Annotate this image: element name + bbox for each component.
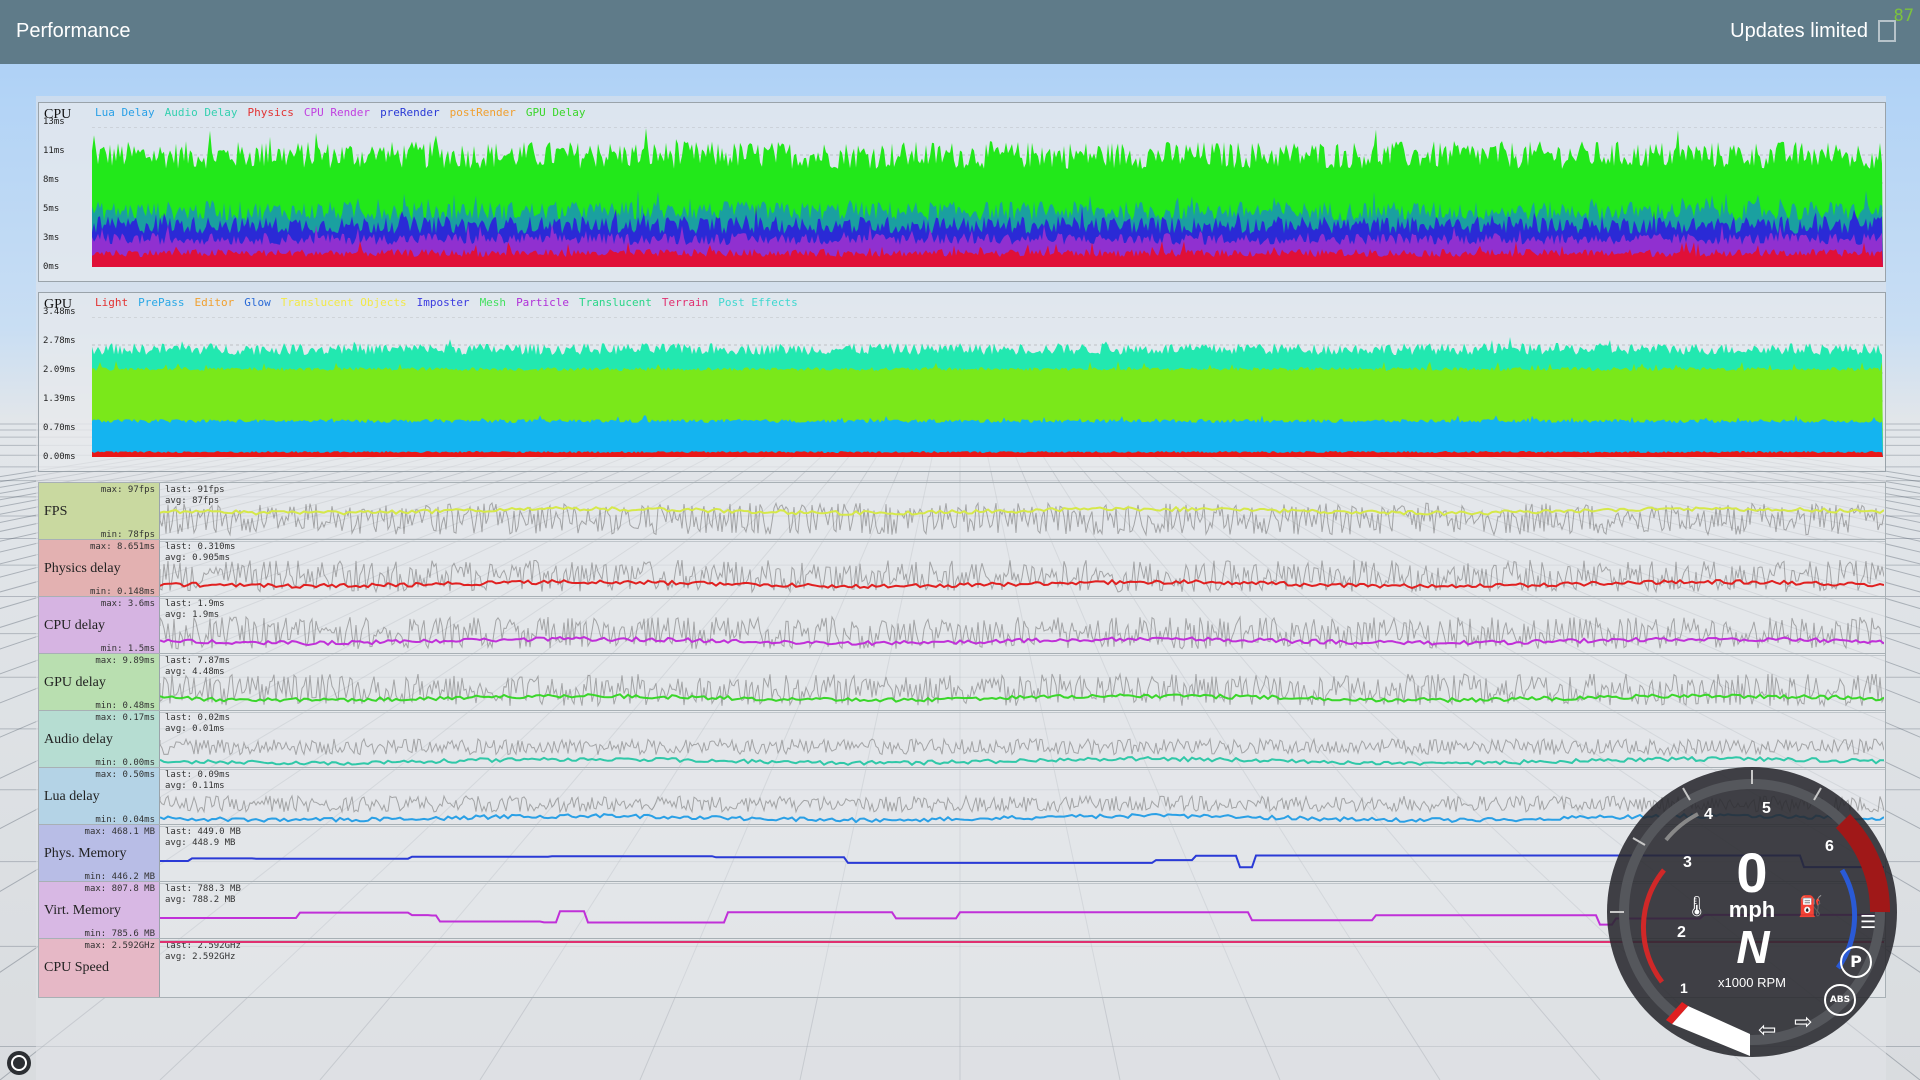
rpm-label: x1000 RPM	[1718, 975, 1786, 990]
rpm-mark-6: 6	[1825, 838, 1834, 855]
legend-entry: Audio Delay	[164, 106, 238, 119]
settings-gear-icon[interactable]	[6, 1050, 32, 1076]
axis-tick: 0.00ms	[43, 452, 76, 462]
page-title: Performance	[16, 20, 131, 42]
fuel-icon: ⛽	[1798, 894, 1823, 918]
metric-max: max: 9.89ms	[95, 656, 155, 666]
axis-tick: 1.39ms	[43, 394, 76, 404]
metric-trace	[160, 615, 1884, 650]
legend-entry: Editor	[194, 296, 235, 309]
metric-label: max: 9.89ms GPU delay min: 0.48ms	[39, 654, 160, 712]
legend-entry: CPU Render	[303, 106, 371, 119]
metric-name: Phys. Memory	[44, 846, 127, 861]
metric-name: GPU delay	[44, 675, 106, 690]
abs-icon: ABS	[1824, 984, 1856, 1016]
metric-max: max: 468.1 MB	[84, 827, 155, 837]
metric-row: max: 9.89ms GPU delay min: 0.48ms last: 7.8…	[38, 653, 1886, 713]
turn-left-icon: ⇦	[1758, 1018, 1777, 1043]
metric-name: Lua delay	[44, 789, 100, 804]
cpu-legend: Lua Delay Audio Delay Physics CPU Render pre…	[95, 106, 596, 119]
legend-entry: PrePass	[138, 296, 185, 309]
metric-trace	[160, 737, 1884, 766]
metric-label: max: 0.17ms Audio delay min: 0.00ms	[39, 711, 160, 769]
cpu-graph: CPU 13ms 11ms 8ms 5ms 3ms 0ms Lua Delay Audio …	[38, 102, 1886, 282]
metric-label: max: 807.8 MB Virt. Memory min: 785.6 MB	[39, 882, 160, 940]
speed-readout: 0	[1736, 841, 1768, 904]
metric-name: CPU Speed	[44, 960, 109, 975]
legend-entry: Imposter	[416, 296, 470, 309]
axis-tick: 0.70ms	[43, 423, 76, 433]
app-header: Performance Updates limited 87	[0, 0, 1920, 64]
metric-trace	[160, 501, 1884, 537]
metric-trace	[160, 672, 1884, 708]
rpm-mark-2: 2	[1677, 924, 1686, 941]
metric-name: FPS	[44, 504, 68, 519]
metric-label: max: 468.1 MB Phys. Memory min: 446.2 MB	[39, 825, 160, 883]
metric-max: max: 0.17ms	[95, 713, 155, 723]
legend-entry: Lua Delay	[95, 106, 155, 119]
axis-tick: 5ms	[43, 204, 60, 214]
metric-trace	[160, 559, 1884, 594]
metric-label: max: 0.50ms Lua delay min: 0.04ms	[39, 768, 160, 826]
turn-right-icon: ⇨	[1794, 1010, 1813, 1035]
legend-entry: Terrain	[661, 296, 709, 309]
rpm-mark-3: 3	[1683, 854, 1692, 871]
axis-tick: 8ms	[43, 175, 60, 185]
parking-brake-icon: P	[1840, 946, 1872, 978]
metric-max: max: 2.592GHz	[84, 941, 155, 951]
metric-max: max: 0.50ms	[95, 770, 155, 780]
rpm-mark-4: 4	[1704, 806, 1713, 823]
gpu-graph: GPU 3.48ms 2.78ms 2.09ms 1.39ms 0.70ms 0.00ms…	[38, 292, 1886, 472]
axis-tick: 3.48ms	[43, 307, 76, 317]
metric-label: max: 3.6ms CPU delay min: 1.5ms	[39, 597, 160, 655]
legend-entry: Glow	[244, 296, 271, 309]
metric-label: max: 8.651ms Physics delay min: 0.148ms	[39, 540, 160, 598]
temperature-icon: 🌡	[1684, 894, 1710, 918]
metric-row: max: 97fps FPS min: 78fps last: 91fps avg: 8…	[38, 482, 1886, 542]
metric-max: max: 807.8 MB	[84, 884, 155, 894]
axis-tick: 13ms	[43, 117, 65, 127]
legend-entry: Light	[95, 296, 129, 309]
metric-name: CPU delay	[44, 618, 106, 633]
metric-label: max: 2.592GHz CPU Speed	[39, 939, 160, 997]
metric-label: max: 97fps FPS min: 78fps	[39, 483, 160, 541]
gear-indicator: N	[1736, 921, 1770, 973]
cpu-stacked-plot	[92, 127, 1883, 267]
axis-tick: 3ms	[43, 233, 60, 243]
gpu-legend: Light PrePass Editor Glow Translucent Object…	[95, 296, 808, 309]
axis-tick: 0ms	[43, 262, 60, 272]
metric-max: max: 3.6ms	[100, 599, 155, 609]
axis-tick: 2.09ms	[43, 365, 76, 375]
legend-entry: postRender	[449, 106, 516, 119]
speedometer-gauge: 3 4 5 6 2 1 0 mph N x1000 RPM 🌡 ⛽ ☰ P AB…	[1602, 762, 1902, 1062]
headlight-icon: ☰	[1860, 912, 1877, 933]
metric-max: max: 8.651ms	[89, 542, 155, 552]
legend-entry: Physics	[247, 106, 294, 119]
metric-row: max: 3.6ms CPU delay min: 1.5ms last: 1.9ms…	[38, 596, 1886, 656]
axis-tick: 2.78ms	[43, 336, 76, 346]
legend-entry: Mesh	[479, 296, 507, 309]
metric-name: Audio delay	[44, 732, 113, 747]
metric-name: Virt. Memory	[44, 903, 121, 918]
metric-name: Physics delay	[44, 561, 121, 576]
axis-tick: 11ms	[43, 146, 65, 156]
rpm-mark-5: 5	[1762, 800, 1771, 817]
legend-entry: Particle	[516, 296, 570, 309]
legend-entry: Translucent	[579, 296, 652, 309]
legend-entry: Post Effects	[718, 296, 798, 309]
update-status: Updates limited	[1730, 20, 1868, 42]
metric-row: max: 8.651ms Physics delay min: 0.148ms las…	[38, 539, 1886, 599]
frame-counter: 87	[1893, 6, 1914, 26]
legend-entry: preRender	[380, 106, 440, 119]
metric-max: max: 97fps	[100, 485, 155, 495]
legend-entry: Translucent Objects	[280, 296, 407, 309]
legend-entry: GPU Delay	[525, 106, 586, 119]
rpm-mark-1: 1	[1680, 980, 1688, 996]
gpu-stacked-plot	[92, 317, 1883, 457]
metric-row: max: 0.17ms Audio delay min: 0.00ms last: 0…	[38, 710, 1886, 770]
